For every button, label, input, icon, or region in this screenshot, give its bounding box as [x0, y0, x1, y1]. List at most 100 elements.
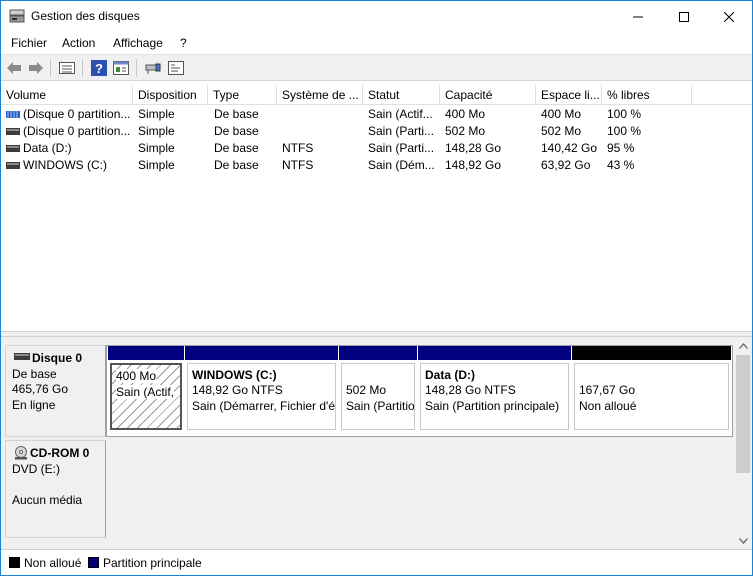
column-header-disposition[interactable]: Disposition: [133, 85, 208, 105]
disk-0-type: De base: [12, 367, 57, 381]
cell-free-space: 400 Mo: [541, 107, 582, 121]
cell-status: Sain (Dém...: [368, 158, 435, 172]
cell-capacity: 400 Mo: [445, 107, 486, 121]
connect-icon: [145, 63, 161, 74]
cdrom-0-area: [107, 440, 734, 538]
column-header-capacity[interactable]: Capacité: [440, 85, 536, 105]
cell-capacity: 148,92 Go: [445, 158, 502, 172]
column-header-filesystem[interactable]: Système de ...: [277, 85, 363, 105]
cell-filesystem: [282, 106, 360, 123]
column-header-percent-free[interactable]: % libres: [602, 85, 692, 105]
forward-button[interactable]: [27, 59, 45, 77]
cell-status: Sain (Parti...: [368, 124, 435, 138]
vertical-scrollbar[interactable]: [734, 337, 752, 549]
column-header-type[interactable]: Type: [208, 85, 277, 105]
menu-action[interactable]: Action: [62, 36, 95, 50]
scrollbar-thumb[interactable]: [736, 355, 750, 473]
toolbar: ?: [1, 54, 752, 81]
cell-capacity: 148,28 Go: [445, 141, 502, 155]
partition-type-bar: [572, 346, 731, 360]
partition-system-reserved[interactable]: 400 Mo Sain (Actif,: [108, 346, 184, 432]
partition-type-bar: [185, 346, 338, 360]
cell-free-space: 502 Mo: [541, 124, 582, 138]
svg-text:?: ?: [95, 61, 103, 76]
title-bar: Gestion des disques: [1, 1, 752, 32]
partition-body: 167,67 Go Non alloué: [574, 363, 729, 430]
column-header-volume[interactable]: Volume: [1, 85, 133, 105]
close-icon: [724, 11, 734, 22]
legend-bar: Non alloué Partition principale: [1, 549, 752, 575]
maximize-icon: [679, 11, 689, 22]
disk-graphical-pane: Disque 0 De base 465,76 Go En ligne 400 …: [1, 337, 734, 549]
column-header-status[interactable]: Statut: [363, 85, 440, 105]
connect-button[interactable]: [144, 59, 162, 77]
table-row[interactable]: Data (D:) Simple De base NTFS Sain (Part…: [1, 140, 752, 157]
menu-help[interactable]: ?: [180, 36, 187, 50]
partition-body: 400 Mo Sain (Actif,: [110, 363, 182, 430]
legend-swatch-primary: [88, 557, 99, 568]
partition-size: 502 Mo: [346, 383, 387, 397]
chevron-down-icon: [738, 537, 748, 544]
partition-title: WINDOWS (C:): [192, 368, 277, 382]
menu-bar: Fichier Action Affichage ?: [1, 32, 752, 54]
table-row[interactable]: WINDOWS (C:) Simple De base NTFS Sain (D…: [1, 157, 752, 174]
partition-status: Non alloué: [579, 399, 637, 413]
disk-0-label[interactable]: Disque 0 De base 465,76 Go En ligne: [5, 345, 106, 437]
cell-status: Sain (Actif...: [368, 107, 433, 121]
menu-affichage[interactable]: Affichage: [113, 36, 163, 50]
back-button[interactable]: [5, 59, 23, 77]
cell-disposition: Simple: [138, 124, 175, 138]
cell-percent-free: 95 %: [607, 141, 635, 155]
cell-filesystem: NTFS: [282, 158, 314, 172]
volume-list: Volume Disposition Type Système de ... S…: [1, 85, 752, 331]
partition-size: 148,28 Go NTFS: [425, 383, 516, 397]
close-button[interactable]: [706, 1, 752, 32]
cell-percent-free: 43 %: [607, 158, 635, 172]
cdrom-0-media: Aucun média: [12, 493, 83, 507]
cell-type: De base: [214, 158, 259, 172]
partition-unallocated[interactable]: 167,67 Go Non alloué: [572, 346, 731, 432]
scroll-down-button[interactable]: [734, 532, 752, 549]
partition-size: 148,92 Go NTFS: [192, 383, 283, 397]
scroll-up-button[interactable]: [734, 337, 752, 354]
minimize-icon: [633, 16, 643, 17]
chevron-up-icon: [738, 342, 748, 349]
cdrom-0-drive: DVD (E:): [12, 462, 60, 476]
partition-recovery[interactable]: 502 Mo Sain (Partitio: [339, 346, 417, 432]
cell-filesystem: NTFS: [282, 141, 314, 155]
partition-windows-c[interactable]: WINDOWS (C:) 148,92 Go NTFS Sain (Démarr…: [185, 346, 338, 432]
cell-type: De base: [214, 124, 259, 138]
hard-disk-icon: [14, 353, 30, 360]
minimize-button[interactable]: [615, 1, 661, 32]
back-arrow-icon: [7, 62, 21, 74]
volume-icon: [6, 162, 20, 169]
cell-volume: (Disque 0 partition...: [23, 107, 131, 121]
column-header-free-space[interactable]: Espace li...: [536, 85, 602, 105]
cdrom-0-label[interactable]: CD-ROM 0 DVD (E:) Aucun média: [5, 440, 106, 538]
disk-0-name: Disque 0: [32, 351, 83, 365]
partition-body: Data (D:) 148,28 Go NTFS Sain (Partition…: [420, 363, 569, 430]
volume-icon: [6, 128, 20, 135]
disk-0-size: 465,76 Go: [12, 382, 69, 396]
cell-status: Sain (Parti...: [368, 141, 435, 155]
maximize-button[interactable]: [661, 1, 707, 32]
partition-data-d[interactable]: Data (D:) 148,28 Go NTFS Sain (Partition…: [418, 346, 571, 432]
list-view-icon: [59, 62, 75, 74]
table-row[interactable]: (Disque 0 partition... Simple De base Sa…: [1, 106, 752, 123]
table-row[interactable]: (Disque 0 partition... Simple De base Sa…: [1, 123, 752, 140]
properties-button[interactable]: [112, 59, 130, 77]
help-icon: ?: [91, 60, 107, 76]
cell-percent-free: 100 %: [607, 107, 642, 121]
partition-body: 502 Mo Sain (Partitio: [341, 363, 415, 430]
partition-type-bar: [418, 346, 571, 360]
properties-icon: [113, 61, 129, 75]
partition-size: 400 Mo: [116, 369, 157, 383]
partition-type-bar: [108, 346, 184, 360]
console-icon: [168, 61, 184, 75]
legend-label-primary: Partition principale: [103, 556, 202, 570]
menu-fichier[interactable]: Fichier: [11, 36, 47, 50]
help-button[interactable]: ?: [90, 59, 108, 77]
console-button[interactable]: [167, 59, 185, 77]
list-view-button[interactable]: [58, 59, 76, 77]
partition-size: 167,67 Go: [579, 383, 636, 397]
